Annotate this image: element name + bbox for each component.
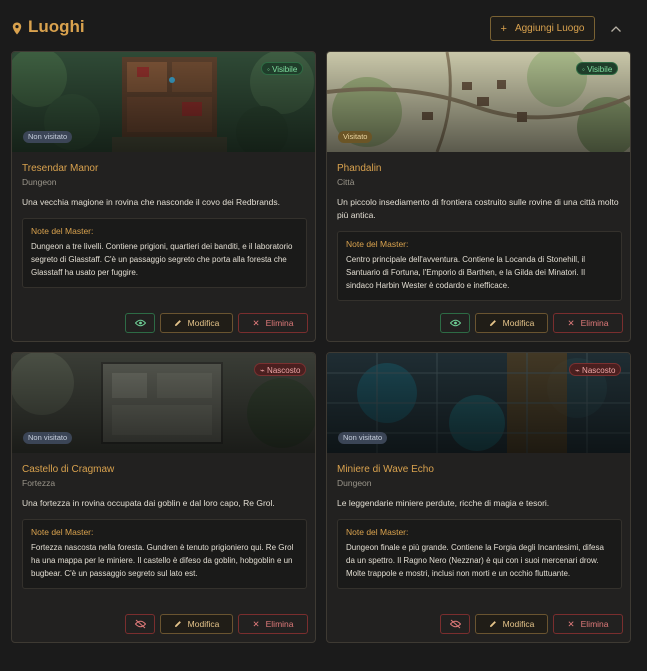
chevron-up-icon [611, 26, 621, 32]
location-type: Dungeon [22, 177, 57, 187]
close-icon: ✕ [567, 317, 575, 328]
location-name: Tresendar Manor [22, 163, 99, 174]
close-icon: ✕ [567, 618, 575, 629]
location-card-phandalin: ◦ Visibile Visitato Phandalin Città Un p… [326, 51, 631, 342]
location-description: Le leggendarie miniere perdute, ricche d… [337, 498, 550, 508]
close-icon: ✕ [252, 618, 260, 629]
toggle-visibility-button[interactable] [440, 614, 470, 634]
visit-status-badge: Visitato [338, 131, 373, 143]
master-notes-text: Dungeon finale e più grande. Contiene la… [346, 543, 604, 578]
delete-button[interactable]: ✕ Elimina [553, 614, 623, 634]
page-title: Luoghi [28, 17, 85, 36]
edit-label: Modifica [502, 318, 535, 328]
visibility-badge: ◦ Visibile [576, 62, 619, 75]
delete-label: Elimina [580, 318, 609, 328]
plus-icon: + [500, 22, 507, 35]
location-type: Dungeon [337, 478, 372, 488]
edit-label: Modifica [502, 619, 535, 629]
pencil-icon [489, 621, 496, 627]
toggle-visibility-button[interactable] [125, 614, 155, 634]
close-icon: ✕ [252, 317, 260, 328]
delete-label: Elimina [580, 619, 609, 629]
location-card-wave-echo: ⌁ Nascosto Non visitato Miniere di Wave … [326, 352, 631, 643]
master-notes-text: Dungeon a tre livelli. Contiene prigioni… [31, 242, 293, 277]
master-notes: Note del Master: Centro principale dell'… [337, 231, 622, 301]
visibility-badge: ◦ Visibile [261, 62, 304, 75]
add-location-label: Aggiungi Luogo [514, 23, 585, 34]
visibility-badge: ⌁ Nascosto [254, 363, 307, 376]
master-notes: Note del Master: Dungeon finale e più gr… [337, 519, 622, 589]
delete-button[interactable]: ✕ Elimina [238, 313, 308, 333]
location-type: Città [337, 177, 355, 187]
master-notes-title: Note del Master: [346, 239, 409, 249]
collapse-button[interactable] [605, 18, 627, 40]
pencil-icon [174, 621, 181, 627]
delete-label: Elimina [265, 318, 294, 328]
eye-icon [449, 319, 461, 327]
location-description: Una vecchia magione in rovina che nascon… [22, 197, 280, 207]
location-name: Castello di Cragmaw [22, 464, 115, 475]
eye-off-icon [134, 619, 146, 629]
eye-off-icon [449, 619, 461, 629]
delete-label: Elimina [265, 619, 294, 629]
master-notes: Note del Master: Dungeon a tre livelli. … [22, 218, 307, 288]
edit-button[interactable]: Modifica [160, 614, 233, 634]
edit-button[interactable]: Modifica [475, 313, 548, 333]
delete-button[interactable]: ✕ Elimina [238, 614, 308, 634]
master-notes: Note del Master: Fortezza nascosta nella… [22, 519, 307, 589]
location-description: Una fortezza in rovina occupata dai gobl… [22, 498, 275, 508]
visit-status-badge: Non visitato [23, 432, 73, 444]
master-notes-title: Note del Master: [346, 527, 409, 537]
edit-button[interactable]: Modifica [475, 614, 548, 634]
edit-button[interactable]: Modifica [160, 313, 233, 333]
edit-label: Modifica [187, 318, 220, 328]
delete-button[interactable]: ✕ Elimina [553, 313, 623, 333]
pencil-icon [489, 320, 496, 326]
master-notes-text: Fortezza nascosta nella foresta. Gundren… [31, 543, 294, 578]
location-card-cragmaw: ⌁ Nascosto Non visitato Castello di Crag… [11, 352, 316, 643]
eye-icon [134, 319, 146, 327]
master-notes-text: Centro principale dell'avventura. Contie… [346, 255, 586, 290]
locations-header: Luoghi + Aggiungi Luogo [0, 0, 647, 56]
visit-status-badge: Non visitato [338, 432, 388, 444]
master-notes-title: Note del Master: [31, 527, 94, 537]
visibility-badge: ⌁ Nascosto [569, 363, 622, 376]
visit-status-badge: Non visitato [23, 131, 73, 143]
add-location-button[interactable]: + Aggiungi Luogo [490, 16, 595, 41]
location-description: Un piccolo insediamento di frontiera cos… [337, 197, 619, 220]
edit-label: Modifica [187, 619, 220, 629]
location-type: Fortezza [22, 478, 56, 488]
map-pin-icon [12, 22, 22, 35]
location-card-tresendar: ◦ Visibile Non visitato Tresendar Manor … [11, 51, 316, 342]
location-name: Phandalin [337, 163, 382, 174]
master-notes-title: Note del Master: [31, 226, 94, 236]
location-name: Miniere di Wave Echo [337, 464, 434, 475]
toggle-visibility-button[interactable] [440, 313, 470, 333]
pencil-icon [174, 320, 181, 326]
toggle-visibility-button[interactable] [125, 313, 155, 333]
